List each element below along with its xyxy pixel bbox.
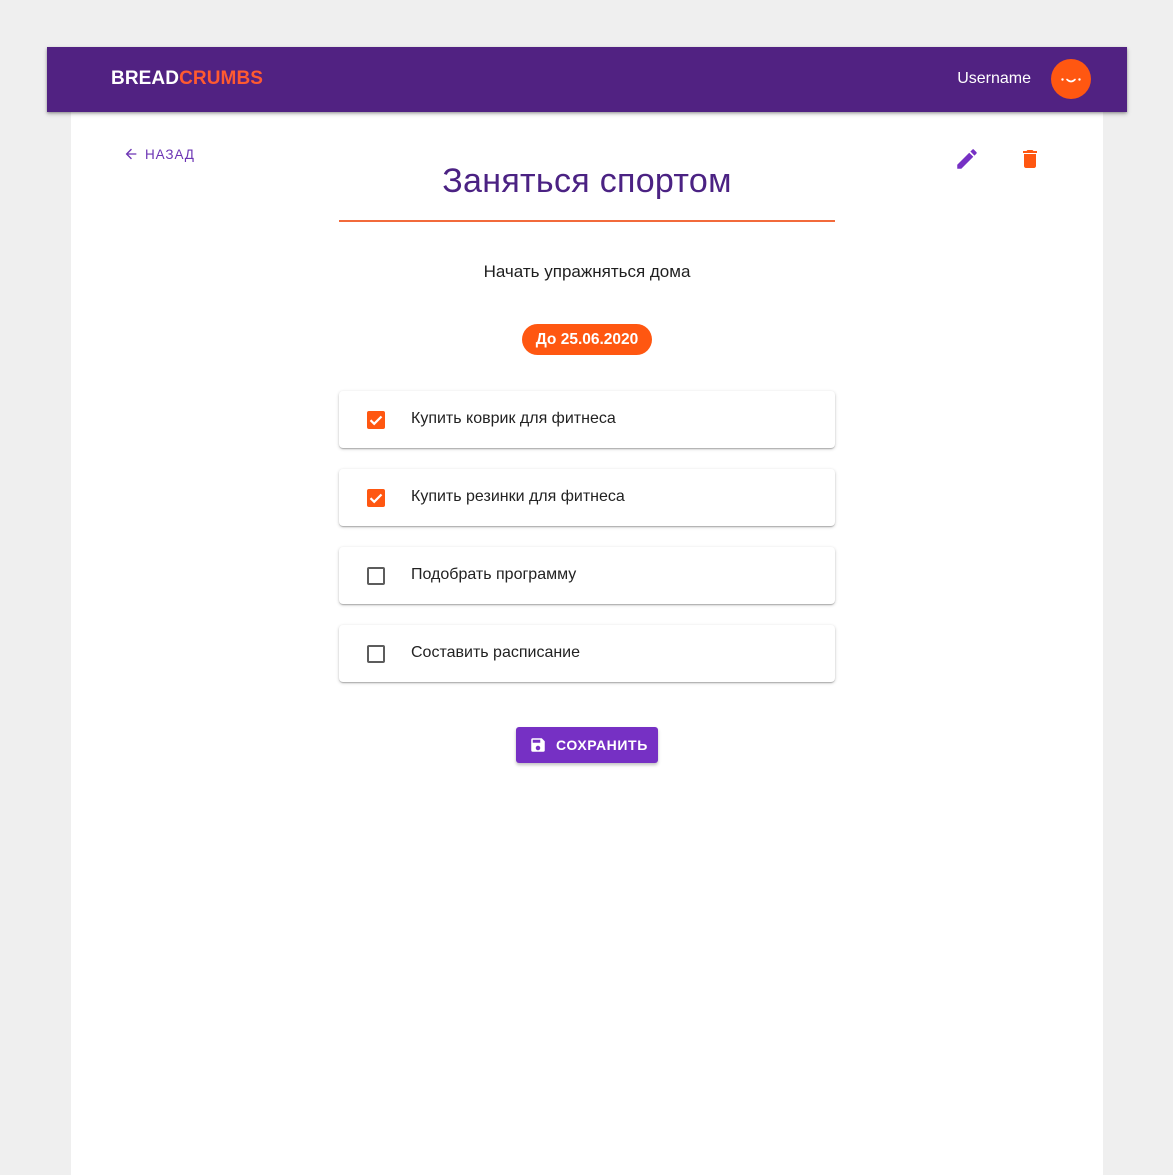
back-button-label: НАЗАД <box>145 146 195 162</box>
task-label: Составить расписание <box>411 644 581 661</box>
task-item: Купить коврик для фитнеса <box>339 391 835 448</box>
checkmark-icon <box>369 493 383 504</box>
smiley-avatar-icon <box>1061 78 1081 83</box>
task-item: Составить расписание <box>339 625 835 682</box>
back-button[interactable]: НАЗАД <box>123 142 195 166</box>
checkmark-icon <box>369 415 383 426</box>
trash-icon <box>1023 150 1037 168</box>
deadline-badge: До 25.06.2020 <box>522 324 652 355</box>
username-label: Username <box>957 70 1031 87</box>
logo-text-accent: CRUMBS <box>179 68 264 89</box>
pencil-icon <box>957 149 977 169</box>
user-avatar[interactable] <box>1051 59 1091 99</box>
edit-button[interactable] <box>954 146 980 172</box>
arrow-left-icon <box>125 148 137 160</box>
app-bar: BREADCRUMBS Username <box>47 47 1127 112</box>
task-item: Купить резинки для фитнеса <box>339 469 835 526</box>
task-label: Купить коврик для фитнеса <box>411 410 616 427</box>
task-label: Подобрать программу <box>411 566 577 583</box>
task-label: Купить резинки для фитнеса <box>411 488 625 505</box>
goal-description: Начать упражняться дома <box>483 262 691 281</box>
goal-detail-panel: НАЗАД Заняться спортом Начать упражнятьс… <box>71 112 1103 1175</box>
goal-title: Заняться спортом <box>442 162 732 200</box>
task-checkbox[interactable] <box>367 411 385 429</box>
floppy-disk-icon <box>531 738 545 752</box>
brand-logo[interactable]: BREADCRUMBS <box>111 68 263 90</box>
task-checkbox[interactable] <box>367 567 385 585</box>
title-divider <box>339 220 835 222</box>
save-button-label: СОХРАНИТЬ <box>556 737 648 753</box>
task-item: Подобрать программу <box>339 547 835 604</box>
task-checkbox[interactable] <box>367 489 385 507</box>
save-button[interactable]: СОХРАНИТЬ <box>516 727 658 763</box>
logo-text-primary: BREAD <box>111 68 180 89</box>
delete-button[interactable] <box>1018 147 1042 171</box>
task-checkbox[interactable] <box>367 645 385 663</box>
